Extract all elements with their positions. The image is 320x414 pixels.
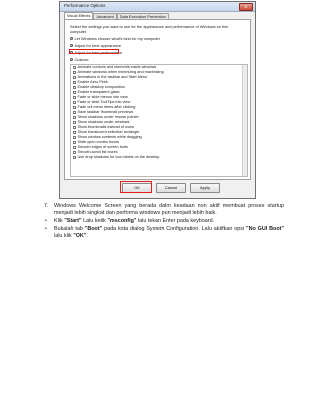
checkbox-icon [73,111,76,114]
dialog-button-row: OK Cancel Apply [60,183,255,193]
radio-icon [70,58,73,61]
effect-label: Show translucent selection rectangle [77,129,140,134]
checkbox-icon [73,156,76,159]
step-text: pada kota dialog System Configuration. L… [102,226,247,232]
effect-label: Fade out menu items after clicking [77,104,136,109]
best-performance-highlight [69,49,119,54]
step-text: Lalu ketik [81,218,108,224]
effect-label: Enable desktop composition [77,84,126,89]
checkbox-icon [73,76,76,79]
bullet-marker: • [45,218,47,224]
checkbox-icon [73,146,76,149]
effect-label: Show shadows under mouse pointer [77,114,139,119]
effect-checkbox-row[interactable]: Use drop shadows for icon labels on the … [71,155,247,160]
checkbox-icon [73,96,76,99]
step-text: lalu tekan Enter pada keyboard. [136,218,215,224]
dialog-titlebar: Performance Options ✕ [60,2,255,12]
bullet-marker: • [45,226,47,232]
radio-icon [70,44,73,47]
step-text: Bukalah tab [54,226,85,232]
step-text: Windows Welcome Screen yang berada dalm … [54,203,284,216]
checkbox-icon [73,116,76,119]
cancel-button[interactable]: Cancel [156,183,186,193]
step-text: lalu klik [54,233,74,239]
radio-let-windows-choose[interactable]: Let Windows choose what's best for my co… [70,36,160,41]
instruction-step: • Klik "Start" Lalu ketik "msconfig" lalu… [44,218,284,225]
radio-custom[interactable]: Custom: [70,57,89,62]
effect-label: Enable transparent glass [77,89,120,94]
apply-button[interactable]: Apply [190,183,220,193]
step-keyword: "No GUI Boot" [246,226,284,232]
checkbox-icon [73,66,76,69]
checkbox-icon [73,106,76,109]
effect-label: Slide open combo boxes [77,139,120,144]
step-keyword: "OK" [73,233,87,239]
checkbox-icon [73,91,76,94]
performance-options-dialog: Performance Options ✕ Visual Effects Adv… [59,1,256,199]
effect-label: Animate controls and elements inside win… [77,64,157,69]
effect-label: Fade or slide menus into view [77,94,128,99]
dialog-title: Performance Options [64,3,106,8]
instruction-steps: 7. Windows Welcome Screen yang berada dal… [44,203,284,241]
checkbox-icon [73,126,76,129]
effect-label: Smooth-scroll list boxes [77,149,118,154]
effects-scrollbar[interactable] [242,65,247,176]
effect-label: Fade or slide ToolTips into view [77,99,131,104]
radio-best-appearance[interactable]: Adjust for best appearance [70,43,121,48]
step-keyword: "Start" [64,218,82,224]
checkbox-icon [73,136,76,139]
checkbox-icon [73,101,76,104]
effect-label: Show thumbnails instead of icons [77,124,134,129]
effect-label: Animate windows when minimizing and maxi… [77,69,164,74]
effect-label: Animations in the taskbar and Start Menu [77,74,148,79]
ok-button-highlight [120,181,152,193]
effect-label: Enable Aero Peek [77,79,108,84]
step-number: 7. [44,203,49,209]
document-page: Performance Options ✕ Visual Effects Adv… [0,0,320,414]
effects-list: Animate controls and elements inside win… [70,64,248,177]
radio-label: Let Windows choose what's best for my co… [74,35,161,41]
effect-label: Smooth edges of screen fonts [77,144,128,149]
effect-label: Use drop shadows for icon labels on the … [77,154,160,159]
checkbox-icon [73,121,76,124]
checkbox-icon [73,151,76,154]
step-keyword: "msconfig" [107,218,137,224]
checkbox-icon [73,86,76,89]
instruction-step: 7. Windows Welcome Screen yang berada dal… [44,203,284,217]
step-text: . [86,233,88,239]
radio-label: Custom: [74,56,90,62]
panel-description: Select the settings you want to use for … [70,24,229,34]
visual-effects-panel: Select the settings you want to use for … [64,19,251,180]
checkbox-icon [73,141,76,144]
effect-label: Show window contents while dragging [77,134,142,139]
checkbox-icon [73,71,76,74]
effect-label: Save taskbar thumbnail previews [77,109,134,114]
effect-label: Show shadows under windows [77,119,130,124]
radio-label: Adjust for best appearance [74,42,122,48]
checkbox-icon [73,81,76,84]
instruction-step: • Bukalah tab "Boot" pada kota dialog Sys… [44,226,284,240]
step-text: Klik [54,218,65,224]
radio-icon [70,37,73,40]
step-keyword: "Boot" [84,226,103,232]
close-icon[interactable]: ✕ [239,3,253,11]
checkbox-icon [73,131,76,134]
